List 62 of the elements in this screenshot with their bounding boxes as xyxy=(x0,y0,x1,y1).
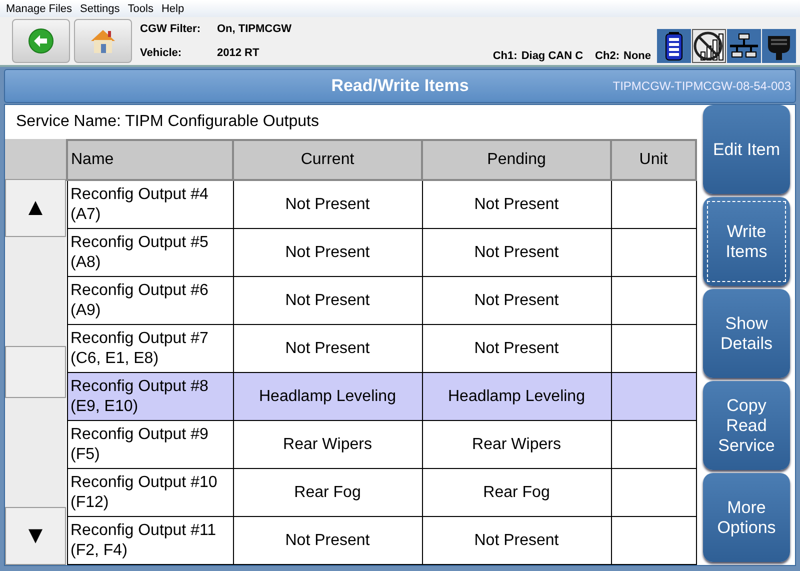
table-cell: Reconfig Output #11 (F2, F4) xyxy=(67,516,233,564)
table-cell: Rear Fog xyxy=(422,468,611,516)
channel-label: Ch1: xyxy=(492,50,518,62)
table-cell: Not Present xyxy=(233,516,422,564)
scroll-down-button[interactable]: ▼ xyxy=(5,507,66,565)
table-cell: Reconfig Output #8 (E9, E10) xyxy=(67,372,233,420)
table-cell: Not Present xyxy=(233,228,422,276)
table-cell: Rear Fog xyxy=(233,468,422,516)
scroll-thumb[interactable] xyxy=(5,346,66,398)
menu-item[interactable]: Help xyxy=(161,2,184,14)
table-cell: Not Present xyxy=(422,276,611,324)
table-row[interactable]: Reconfig Output #8 (E9, E10) Headlamp Leveling Headlamp Leveling xyxy=(67,372,696,420)
action-button[interactable]: Copy Read Service xyxy=(703,381,790,470)
page-title: Read/Write Items xyxy=(331,76,469,96)
info-value: 2012 RT xyxy=(217,47,260,59)
network-icon xyxy=(727,29,761,63)
action-button[interactable]: Edit Item xyxy=(703,105,790,194)
service-id: TIPMCGW-TIPMCGW-08-54-003 xyxy=(612,79,791,93)
table-row[interactable]: Reconfig Output #10 (F12) Rear Fog Rear Fog xyxy=(67,468,696,516)
table-cell: Reconfig Output #4 (A7) xyxy=(67,180,233,228)
menu-item[interactable]: Tools xyxy=(128,2,154,14)
scroll-up-button[interactable]: ▲ xyxy=(5,179,66,237)
channel-value: None xyxy=(624,50,651,62)
table-row[interactable]: Reconfig Output #11 (F2, F4) Not Present Not Present xyxy=(67,516,696,564)
table-cell: Reconfig Output #10 (F12) xyxy=(67,468,233,516)
table-cell: Not Present xyxy=(422,180,611,228)
column-header[interactable]: Unit xyxy=(611,140,696,180)
table-cell: Not Present xyxy=(422,228,611,276)
column-header[interactable]: Pending xyxy=(422,140,611,180)
table-cell: Rear Wipers xyxy=(422,420,611,468)
column-header[interactable]: Name xyxy=(67,140,233,180)
table-row[interactable]: Reconfig Output #5 (A8) Not Present Not Present xyxy=(67,228,696,276)
action-button[interactable]: More Options xyxy=(703,473,790,562)
table-cell: Headlamp Leveling xyxy=(422,372,611,420)
table-cell: Reconfig Output #5 (A8) xyxy=(67,228,233,276)
table-cell: Reconfig Output #6 (A9) xyxy=(67,276,233,324)
table-row[interactable]: Reconfig Output #9 (F5) Rear Wipers Rear Wipers xyxy=(67,420,696,468)
home-button[interactable] xyxy=(74,19,132,63)
table-cell: Reconfig Output #9 (F5) xyxy=(67,420,233,468)
table-row[interactable]: Reconfig Output #6 (A9) Not Present Not Present xyxy=(67,276,696,324)
column-header[interactable]: Current xyxy=(233,140,422,180)
table-cell: Not Present xyxy=(233,276,422,324)
back-button[interactable] xyxy=(12,19,70,63)
header-corner xyxy=(5,139,66,179)
menu-item[interactable]: Settings xyxy=(80,2,120,14)
service-name: Service Name: TIPM Configurable Outputs xyxy=(15,112,320,132)
info-label: CGW Filter: xyxy=(140,23,202,35)
table-cell: Headlamp Leveling xyxy=(233,372,422,420)
table-cell: Not Present xyxy=(233,180,422,228)
action-button[interactable]: Show Details xyxy=(703,289,790,378)
table-cell: Not Present xyxy=(422,516,611,564)
menu-item[interactable]: Manage Files xyxy=(6,2,72,14)
no-signal-icon xyxy=(692,29,726,63)
channel-label: Ch2: xyxy=(595,50,620,62)
action-button[interactable]: Write Items xyxy=(703,197,790,286)
info-value: On, TIPMCGW xyxy=(217,23,292,35)
info-label: Vehicle: xyxy=(140,47,183,59)
channel-value: Diag CAN C xyxy=(521,50,584,62)
table-cell: Rear Wipers xyxy=(233,420,422,468)
table-row[interactable]: Reconfig Output #4 (A7) Not Present Not Present xyxy=(67,180,696,228)
battery-icon xyxy=(657,29,691,63)
connector-icon xyxy=(762,29,796,63)
